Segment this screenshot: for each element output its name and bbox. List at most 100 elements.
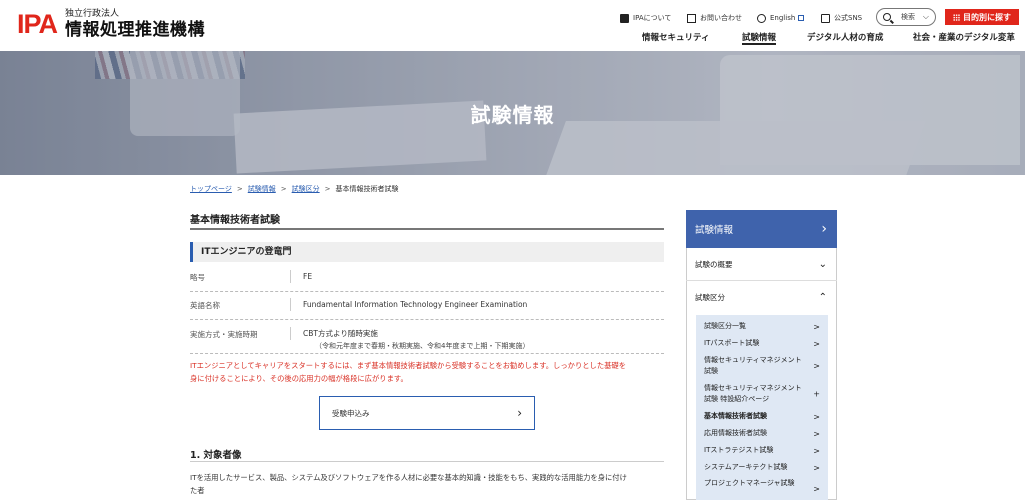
breadcrumb-separator: > (280, 185, 287, 193)
logo-title: 情報処理推進機構 (65, 20, 206, 40)
recommendation-text: ITエンジニアとしてキャリアをスタートするには、まず基本情報技術者試験から受験す… (190, 360, 664, 385)
sidebar-item-categories[interactable]: 試験区分 ⌃ (686, 281, 837, 314)
recommendation-line: 身に付けることにより、その後の応用力の幅が格段に広がります。 (190, 373, 408, 383)
breadcrumb-link-top[interactable]: トップページ (190, 185, 232, 193)
chevron-right-icon: > (813, 322, 820, 332)
mail-icon (687, 13, 696, 23)
util-link-about[interactable]: IPAについて (620, 9, 671, 27)
util-link-sns[interactable]: 公式SNS (821, 9, 862, 27)
util-link-label: English (770, 14, 796, 22)
section-title-target-audience: 1. 対象者像 (190, 450, 242, 461)
subnav-item-label: ITパスポート試験 (704, 339, 760, 347)
sidebar-item-overview[interactable]: 試験の概要 ⌄ (686, 248, 837, 281)
subnav-item-label: 情報セキュリティマネジメント試験 特設紹介ページ (704, 384, 802, 403)
section-heading: ITエンジニアの登竜門 (190, 242, 664, 262)
chevron-right-icon: > (813, 446, 820, 456)
chevron-right-icon: > (813, 463, 820, 473)
util-link-label: お問い合わせ (700, 14, 742, 22)
nav-digital-talent[interactable]: デジタル人材の育成 (807, 31, 883, 45)
logo-mark: IPA (17, 9, 58, 39)
info-key: 実施方式・実施時期 (190, 330, 258, 339)
sidebar-item-label: 試験の概要 (695, 259, 733, 269)
info-row-english-name: 英語名称 Fundamental Information Technology … (190, 292, 664, 320)
info-note: （令和元年度まで春期・秋期実施、令和4年度まで上期・下期実施） (315, 342, 530, 350)
breadcrumb-link-exam-info[interactable]: 試験情報 (248, 185, 276, 193)
info-row-exam-method: 実施方式・実施時期 CBT方式より随時実施 （令和元年度まで春期・秋期実施、令和… (190, 320, 664, 354)
search-label: 検索 (901, 13, 915, 21)
target-audience-text: ITを活用したサービス、製品、システム及びソフトウェアを作る人材に必要な基本的知… (190, 472, 670, 497)
chevron-right-icon: > (813, 412, 820, 422)
subnav-item-label: プロジェクトマネージャ試験 (704, 479, 795, 487)
info-value: Fundamental Information Technology Engin… (303, 300, 528, 309)
title-divider (190, 228, 664, 230)
hero-title: 試験情報 (470, 103, 555, 127)
recommendation-line: ITエンジニアとしてキャリアをスタートするには、まず基本情報技術者試験から受験す… (190, 361, 627, 370)
subnav-item-fe[interactable]: 基本情報技術者試験 > (704, 411, 826, 423)
chevron-down-icon: ⌵ (922, 12, 929, 21)
nav-digital-transformation[interactable]: 社会・産業のデジタル変革 (913, 31, 1015, 45)
chevron-right-icon: > (813, 361, 820, 371)
ipa-logo[interactable]: IPA 独立行政法人 情報処理推進機構 (17, 9, 205, 40)
square-icon (620, 13, 629, 23)
plus-icon: + (813, 389, 820, 399)
external-link-icon (798, 15, 805, 21)
section-divider (190, 461, 664, 462)
purpose-label: 目的別に探す (963, 12, 1011, 22)
subnav-item-it-passport[interactable]: ITパスポート試験 > (704, 338, 826, 350)
subnav-item-label: 試験区分一覧 (704, 322, 746, 330)
breadcrumb-separator: > (236, 185, 243, 193)
apply-exam-label: 受験申込み (332, 408, 370, 418)
subnav-item-label: 応用情報技術者試験 (704, 429, 767, 437)
nav-exam-info[interactable]: 試験情報 (742, 31, 777, 45)
site-header: IPA 独立行政法人 情報処理推進機構 IPAについて お問い合わせ Engli… (0, 0, 1025, 50)
breadcrumb-link-category[interactable]: 試験区分 (292, 185, 320, 193)
subnav-item-list[interactable]: 試験区分一覧 > (704, 321, 826, 333)
subnav-item-label: システムアーキテクト試験 (704, 463, 788, 471)
info-divider (290, 298, 291, 311)
body-line: ITを活用したサービス、製品、システム及びソフトウェアを作る人材に必要な基本的知… (190, 473, 627, 482)
subnav-item-label: 基本情報技術者試験 (704, 412, 767, 420)
sidebar-heading-label: 試験情報 (695, 225, 734, 236)
sidebar-heading[interactable]: 試験情報 › (686, 210, 837, 248)
util-link-contact[interactable]: お問い合わせ (687, 9, 742, 27)
subnav-item-sa[interactable]: システムアーキテクト試験 > (704, 462, 826, 474)
chevron-down-icon: ⌄ (818, 258, 827, 270)
search-icon (883, 13, 891, 21)
search-button[interactable]: 検索 ⌵ (876, 8, 936, 26)
chevron-right-icon: › (821, 221, 827, 237)
logo-subtitle: 独立行政法人 (65, 9, 120, 19)
subnav-item-pm[interactable]: プロジェクトマネージャ試験 > (704, 478, 826, 500)
apply-exam-button[interactable]: 受験申込み › (319, 396, 535, 430)
sns-icon (821, 13, 830, 23)
info-key: 英語名称 (190, 301, 220, 310)
util-link-english[interactable]: English (757, 9, 805, 27)
breadcrumb-separator: > (324, 185, 331, 193)
info-value: FE (303, 272, 313, 281)
subnav-item-label: 情報セキュリティマネジメント試験 (704, 356, 802, 375)
breadcrumb: トップページ > 試験情報 > 試験区分 > 基本情報技術者試験 (190, 184, 399, 194)
page-title: 基本情報技術者試験 (190, 215, 280, 226)
info-divider (290, 270, 291, 283)
grid-icon (953, 13, 960, 21)
chevron-right-icon: > (813, 484, 820, 494)
subnav-item-st[interactable]: ITストラテジスト試験 > (704, 445, 826, 457)
chevron-right-icon: > (813, 429, 820, 439)
subnav-item-sg[interactable]: 情報セキュリティマネジメント試験 > (704, 355, 826, 377)
info-row-abbreviation: 略号 FE (190, 266, 664, 292)
subnav-item-sg-special[interactable]: 情報セキュリティマネジメント試験 特設紹介ページ + (704, 383, 826, 405)
purpose-search-button[interactable]: 目的別に探す (945, 9, 1019, 25)
info-key: 略号 (190, 273, 205, 282)
breadcrumb-current: 基本情報技術者試験 (335, 185, 399, 193)
info-divider (290, 327, 291, 340)
globe-icon (757, 13, 766, 23)
info-value: CBT方式より随時実施 (303, 329, 378, 338)
subnav-item-ap[interactable]: 応用情報技術者試験 > (704, 428, 826, 440)
sidebar-item-label: 試験区分 (695, 293, 725, 302)
chevron-right-icon: › (517, 406, 522, 420)
nav-security[interactable]: 情報セキュリティ (642, 31, 710, 45)
chevron-up-icon: ⌃ (818, 292, 827, 303)
util-link-label: IPAについて (633, 14, 672, 22)
hero-banner: 試験情報 (0, 51, 1025, 175)
chevron-right-icon: > (813, 339, 820, 349)
subnav-item-label: ITストラテジスト試験 (704, 446, 774, 454)
